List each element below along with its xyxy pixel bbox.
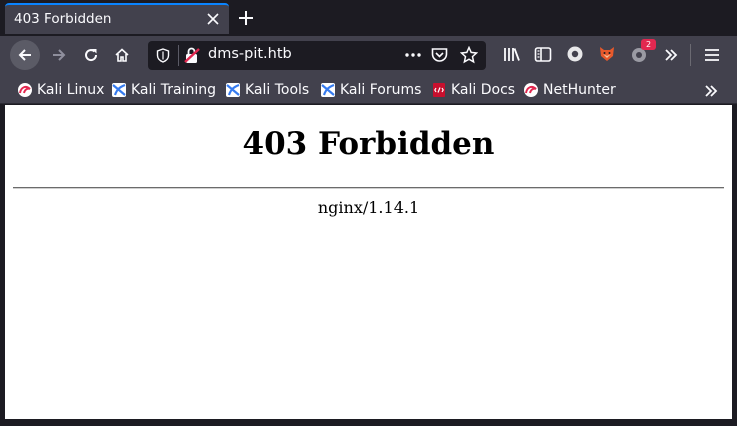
urlbar-divider [178,45,179,66]
hamburger-icon [705,49,719,61]
page-content: 403 Forbidden nginx/1.14.1 [5,105,732,419]
server-signature: nginx/1.14.1 [317,198,420,217]
sidebar-button[interactable] [534,46,552,67]
insecure-lock-icon[interactable] [184,47,200,68]
pocket-button[interactable] [431,47,448,67]
star-icon [459,45,479,64]
bookmark-label: Kali Forums [340,82,422,98]
tab-active[interactable]: 403 Forbidden [5,3,229,34]
kali-logo-icon [524,83,538,97]
forward-button[interactable] [44,40,74,70]
close-tab-button[interactable] [203,9,223,29]
kali-logo-icon [18,83,32,97]
bookmarks-toolbar: Kali Linux Kali Training Kali Tools Kali… [0,76,737,104]
close-icon [207,13,219,25]
page-actions-button[interactable] [404,47,422,67]
kali-dragon-icon [226,83,240,97]
bookmark-label: NetHunter [543,82,616,98]
bookmark-star-button[interactable] [459,45,479,68]
toolbar-divider [690,44,691,66]
sidebar-icon [534,47,552,62]
reload-icon [85,49,98,62]
ellipsis-icon [405,53,421,57]
bookmark-label: Kali Linux [37,82,105,98]
bookmark-kali-forums[interactable]: Kali Forums [320,80,421,100]
app-menu-button[interactable] [704,47,720,66]
plus-icon [239,11,253,25]
shield-icon[interactable] [156,48,170,67]
home-button[interactable] [107,40,137,70]
bookmark-kali-tools[interactable]: Kali Tools [225,80,309,100]
arrow-left-icon [18,49,31,61]
extension-circle-button[interactable] [566,45,584,67]
reload-button[interactable] [76,40,106,70]
bookmark-label: Kali Training [131,82,216,98]
library-button[interactable] [503,46,521,67]
bookmark-kali-docs[interactable]: Kali Docs [431,80,515,100]
bookmark-label: Kali Docs [451,82,516,98]
foxyproxy-extension-button[interactable] [598,44,616,67]
bookmark-kali-training[interactable]: Kali Training [111,80,216,100]
home-icon [115,48,129,62]
overflow-menu-button[interactable] [664,47,678,66]
notification-badge: 2 [641,39,656,50]
horizontal-rule [13,187,724,189]
navigation-toolbar: dms-pit.htb 2 [0,36,737,76]
address-bar[interactable]: dms-pit.htb [148,41,486,70]
url-text[interactable]: dms-pit.htb [208,46,292,62]
library-icon [504,48,520,61]
page-heading: 403 Forbidden [242,126,495,162]
bookmark-nethunter[interactable]: NetHunter [523,80,616,100]
bookmark-label: Kali Tools [245,82,310,98]
tab-strip: 403 Forbidden [0,0,737,36]
fox-icon [600,47,614,61]
pocket-icon [431,48,448,62]
double-chevron-right-icon [705,85,718,97]
kali-dragon-icon [112,83,126,97]
arrow-right-icon [53,49,66,61]
docs-icon [433,83,445,97]
extension-circle-icon [567,46,583,62]
new-tab-button[interactable] [235,7,257,29]
bookmark-kali-linux[interactable]: Kali Linux [17,80,104,100]
back-button[interactable] [10,40,40,70]
bookmarks-overflow-button[interactable] [704,83,718,102]
tab-title: 403 Forbidden [14,11,112,27]
double-chevron-right-icon [665,49,678,61]
kali-dragon-icon [321,83,335,97]
